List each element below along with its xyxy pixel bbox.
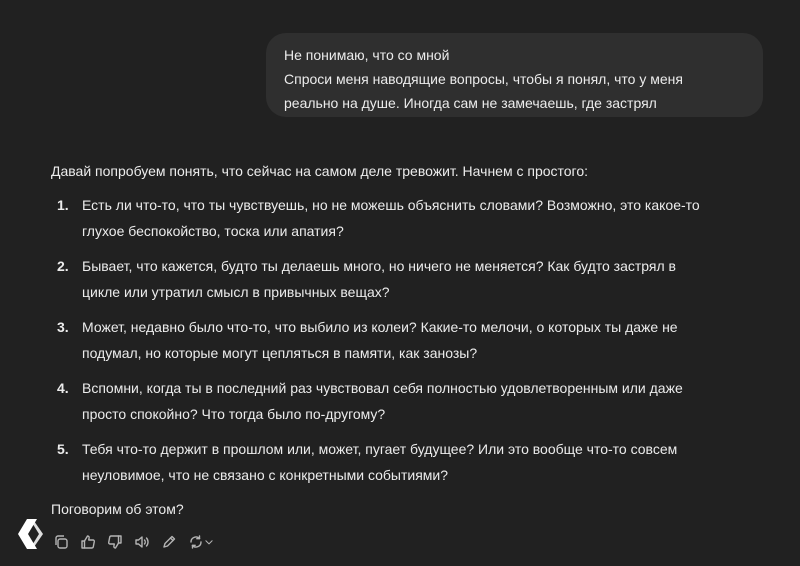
list-item-line: Бывает, что кажется, будто ты делаешь мн… <box>82 258 676 274</box>
list-item: 2. Бывает, что кажется, будто ты делаешь… <box>51 253 771 305</box>
list-number: 4. <box>57 380 69 396</box>
thumbs-up-button[interactable] <box>79 533 97 551</box>
read-aloud-icon <box>135 536 149 548</box>
list-item: 4. Вспомни, когда ты в последний раз чув… <box>51 375 771 427</box>
list-item-line: цикле или утратил смысл в привычных веща… <box>82 284 390 300</box>
list-item: 1. Есть ли что-то, что ты чувствуешь, но… <box>51 192 771 244</box>
assistant-outro: Поговорим об этом? <box>51 501 184 517</box>
list-item-line: подумал, но которые могут цепляться в па… <box>82 345 478 361</box>
copy-icon <box>55 535 68 549</box>
message-actions <box>52 533 215 551</box>
list-item-line: Есть ли что-то, что ты чувствуешь, но не… <box>82 197 700 213</box>
thumbs-up-icon <box>81 535 95 549</box>
assistant-message: Давай попробуем понять, что сейчас на са… <box>51 160 771 497</box>
user-message-line: Спроси меня наводящие вопросы, чтобы я п… <box>284 71 683 87</box>
user-message-line: реально на душе. Иногда сам не замечаешь… <box>284 95 657 111</box>
edit-icon <box>163 535 176 548</box>
user-message-line: Не понимаю, что со мной <box>284 47 450 63</box>
edit-button[interactable] <box>160 533 178 551</box>
list-item-line: просто спокойно? Что тогда было по-друго… <box>82 406 386 422</box>
list-item-line: Может, недавно было что-то, что выбило и… <box>82 319 678 335</box>
user-message-bubble: Не понимаю, что со мной Спроси меня наво… <box>266 33 763 117</box>
read-aloud-button[interactable] <box>133 533 151 551</box>
list-number: 1. <box>57 197 69 213</box>
chevron-down-icon <box>205 540 213 545</box>
list-number: 3. <box>57 319 69 335</box>
regenerate-icon <box>190 535 202 549</box>
list-number: 2. <box>57 258 69 274</box>
thumbs-down-icon <box>108 535 122 549</box>
list-item-line: Вспомни, когда ты в последний раз чувств… <box>82 380 683 396</box>
list-item: 5. Тебя что-то держит в прошлом или, мож… <box>51 436 771 488</box>
list-item-line: глухое беспокойство, тоска или апатия? <box>82 223 344 239</box>
list-item-line: неуловимое, что не связано с конкретными… <box>82 467 449 483</box>
assistant-logo-icon <box>16 517 46 551</box>
regenerate-button[interactable] <box>187 533 215 551</box>
question-list: 1. Есть ли что-то, что ты чувствуешь, но… <box>51 192 771 488</box>
copy-button[interactable] <box>52 533 70 551</box>
list-item-line: Тебя что-то держит в прошлом или, может,… <box>82 441 678 457</box>
list-item: 3. Может, недавно было что-то, что выбил… <box>51 314 771 366</box>
list-number: 5. <box>57 441 69 457</box>
thumbs-down-button[interactable] <box>106 533 124 551</box>
assistant-intro: Давай попробуем понять, что сейчас на са… <box>51 163 589 179</box>
